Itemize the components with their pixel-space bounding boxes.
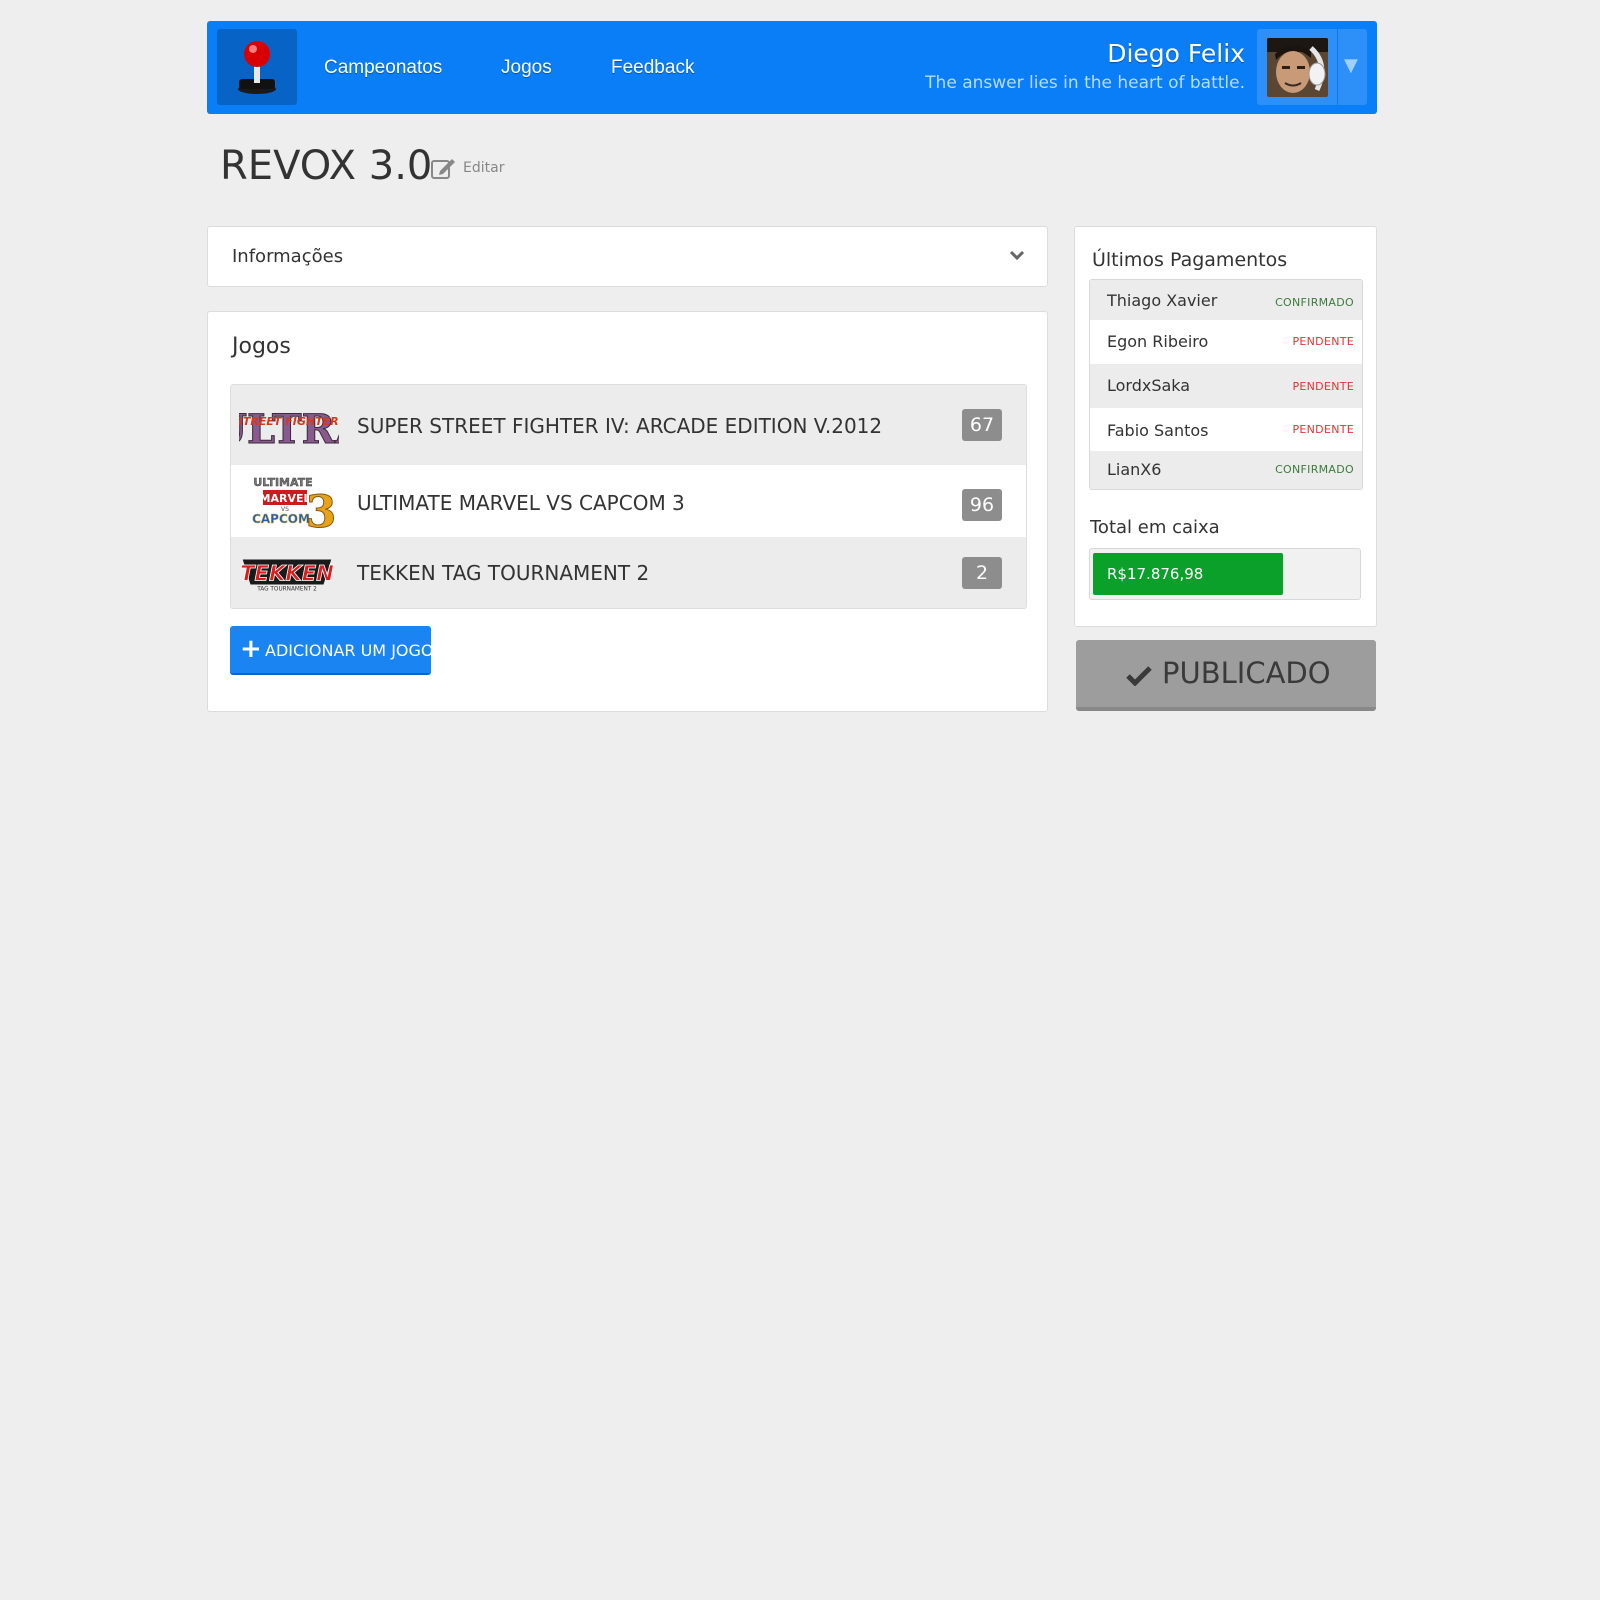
chevron-down-icon [1009, 250, 1025, 261]
status-badge: CONFIRMADO [1275, 463, 1354, 476]
umvc3-logo-number: 3 [306, 487, 337, 531]
avatar [1267, 38, 1328, 97]
player-count-badge: 2 [962, 557, 1002, 589]
game-row[interactable]: TEKKEN TAG TOURNAMENT 2 TEKKEN TAG TOURN… [231, 537, 1026, 608]
umvc3-logo-icon: ULTIMATE MARVEL VS CAPCOM 3 [252, 476, 337, 531]
status-badge: PENDENTE [1292, 335, 1354, 348]
ttt2-logo-subtitle: TAG TOURNAMENT 2 [256, 586, 317, 592]
player-count-badge: 96 [962, 489, 1002, 521]
payer-name: LianX6 [1107, 460, 1162, 479]
user-avatar-button[interactable] [1257, 29, 1337, 105]
ttt2-logo-icon: TEKKEN TAG TOURNAMENT 2 [240, 559, 335, 592]
payer-name: Egon Ribeiro [1107, 332, 1209, 351]
user-name[interactable]: Diego Felix [1107, 39, 1245, 68]
status-badge: CONFIRMADO [1275, 296, 1354, 309]
game-name: SUPER STREET FIGHTER IV: ARCADE EDITION … [357, 414, 883, 438]
published-status-button[interactable]: PUBLICADO [1076, 640, 1376, 711]
game-name: ULTIMATE MARVEL VS CAPCOM 3 [357, 491, 685, 515]
status-badge: PENDENTE [1292, 423, 1354, 436]
check-icon [1126, 666, 1152, 686]
cash-progress-fill: R$17.876,98 [1093, 553, 1283, 595]
info-panel-label: Informações [232, 246, 344, 267]
payment-row[interactable]: Egon Ribeiro PENDENTE [1090, 320, 1362, 364]
info-panel-toggle[interactable]: Informações [207, 226, 1048, 287]
home-logo[interactable] [217, 29, 297, 105]
status-badge: PENDENTE [1292, 380, 1354, 393]
usf4-logo-icon: ULTRA STREET FIGHTER IV [239, 406, 339, 454]
nav-feedback[interactable]: Feedback [611, 57, 694, 79]
games-title: Jogos [232, 334, 291, 359]
edit-label: Editar [463, 160, 505, 176]
user-menu-dropdown[interactable]: ▼ [1337, 29, 1367, 105]
game-row[interactable]: ULTIMATE MARVEL VS CAPCOM 3 ULTIMATE MAR… [231, 465, 1026, 537]
edit-icon [431, 159, 455, 179]
usf4-logo-subtitle: STREET FIGHTER IV [239, 415, 339, 428]
payments-panel: Últimos Pagamentos Thiago Xavier CONFIRM… [1074, 226, 1377, 627]
payment-row[interactable]: LordxSaka PENDENTE [1090, 364, 1362, 408]
caret-down-icon: ▼ [1344, 55, 1358, 76]
usf4-logo-word: ULTRA [239, 406, 339, 453]
umvc3-logo-capcom: CAPCOM [252, 512, 310, 526]
cash-value: R$17.876,98 [1107, 565, 1204, 583]
umvc3-logo-marvel: MARVEL [260, 492, 311, 505]
payment-row[interactable]: Fabio Santos PENDENTE [1090, 408, 1362, 451]
games-panel: Jogos ULTRA STREET FIGHTER IV SUPER STRE… [207, 311, 1048, 712]
nav-campeonatos[interactable]: Campeonatos [324, 57, 442, 79]
page-title: REVOX 3.0 [220, 143, 433, 189]
payment-row[interactable]: Thiago Xavier CONFIRMADO [1090, 280, 1362, 320]
payer-name: Thiago Xavier [1107, 291, 1218, 310]
cash-progress-bar: R$17.876,98 [1089, 548, 1361, 600]
top-navbar: Campeonatos Jogos Feedback Diego Felix T… [207, 21, 1377, 114]
add-game-label: ADICIONAR UM JOGO [265, 641, 434, 660]
payments-title: Últimos Pagamentos [1092, 249, 1288, 271]
payments-list: Thiago Xavier CONFIRMADO Egon Ribeiro PE… [1089, 279, 1363, 490]
cash-title: Total em caixa [1090, 517, 1220, 538]
payer-name: Fabio Santos [1107, 421, 1209, 440]
user-tagline: The answer lies in the heart of battle. [925, 73, 1245, 93]
game-row[interactable]: ULTRA STREET FIGHTER IV SUPER STREET FIG… [231, 385, 1026, 465]
game-name: TEKKEN TAG TOURNAMENT 2 [357, 561, 650, 585]
umvc3-logo-top: ULTIMATE [253, 476, 312, 489]
nav-jogos[interactable]: Jogos [501, 57, 552, 79]
plus-icon: + [240, 634, 262, 664]
ttt2-logo-word: TEKKEN [240, 561, 334, 586]
joystick-icon [238, 41, 276, 94]
games-list: ULTRA STREET FIGHTER IV SUPER STREET FIG… [230, 384, 1027, 609]
payment-row[interactable]: LianX6 CONFIRMADO [1090, 451, 1362, 489]
player-count-badge: 67 [962, 409, 1002, 441]
payer-name: LordxSaka [1107, 376, 1191, 395]
published-label: PUBLICADO [1162, 656, 1331, 690]
add-game-button[interactable]: + ADICIONAR UM JOGO [230, 626, 434, 675]
